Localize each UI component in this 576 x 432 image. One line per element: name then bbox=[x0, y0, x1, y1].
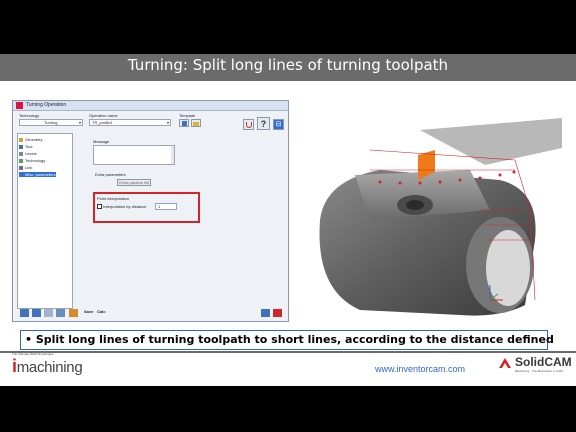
chevron-down-icon: ▾ bbox=[166, 120, 169, 125]
extra-params-button[interactable]: Extra params list bbox=[117, 179, 151, 186]
calc-label[interactable]: Calc bbox=[97, 309, 105, 314]
extra-params-label: Extra parameters bbox=[95, 172, 126, 177]
tree-item-icon bbox=[19, 137, 23, 142]
tree-item-label: Link bbox=[25, 165, 33, 170]
save-icon[interactable] bbox=[20, 309, 29, 317]
slide-caption: • Split long lines of turning toolpath t… bbox=[20, 330, 554, 350]
turning-operation-dialog: Turning Operation Technology Turning ▾ O… bbox=[12, 100, 289, 322]
help-icon: ? bbox=[260, 119, 267, 129]
dialog-title: Turning Operation bbox=[26, 102, 67, 108]
divider bbox=[0, 351, 576, 353]
imachining-logo: imachining bbox=[12, 356, 83, 377]
scrollbar[interactable] bbox=[171, 146, 174, 164]
tree-item-label: Tool bbox=[25, 144, 33, 149]
template-label: Template bbox=[179, 113, 196, 118]
grid-icon[interactable] bbox=[56, 309, 65, 317]
tree-item-icon bbox=[19, 158, 23, 163]
bottom-band bbox=[0, 386, 576, 432]
top-band bbox=[0, 0, 576, 54]
tool-icon[interactable] bbox=[69, 309, 78, 317]
highlight-frame bbox=[93, 192, 200, 223]
pin-button[interactable]: ⊟ bbox=[273, 119, 284, 130]
chevron-down-icon: ▾ bbox=[78, 120, 81, 125]
tree-item-label: Levels bbox=[25, 151, 37, 156]
tree-item[interactable]: Geometry bbox=[19, 137, 43, 142]
cutting-tool bbox=[420, 118, 562, 165]
app-icon bbox=[16, 102, 23, 109]
tree-item-label: Geometry bbox=[25, 137, 43, 142]
message-textarea[interactable] bbox=[93, 145, 175, 165]
operation-name-field[interactable]: TR_profile1 ▾ bbox=[89, 119, 171, 126]
magnet-tool-button[interactable] bbox=[243, 119, 254, 130]
tree-item-label: Misc. parameters bbox=[25, 172, 56, 177]
tree-item-icon bbox=[19, 151, 23, 156]
imachining-wordmark: machining bbox=[16, 359, 83, 376]
help-button[interactable]: ? bbox=[257, 117, 270, 130]
tree-item-icon bbox=[19, 172, 23, 177]
tree-item[interactable]: Levels bbox=[19, 151, 37, 156]
operation-name-label: Operation name bbox=[89, 113, 118, 118]
operation-name-value: TR_profile1 bbox=[92, 120, 113, 125]
exit-icon[interactable] bbox=[273, 309, 282, 317]
technology-value: Turning bbox=[44, 120, 58, 125]
tree-item[interactable]: Tool bbox=[19, 144, 32, 149]
part-3d-view bbox=[319, 118, 562, 316]
folder-icon bbox=[193, 121, 199, 126]
dialog-titlebar[interactable]: Turning Operation bbox=[13, 101, 288, 111]
magnet-icon bbox=[245, 122, 252, 128]
solidcam-logo-icon bbox=[499, 358, 511, 368]
tree-item-icon bbox=[19, 144, 23, 149]
save-calc-label[interactable]: Save bbox=[84, 309, 93, 314]
technology-select[interactable]: Turning ▾ bbox=[19, 119, 83, 126]
slide-title: Turning: Split long lines of turning too… bbox=[127, 56, 449, 74]
template-load-button[interactable] bbox=[191, 119, 201, 127]
pin-icon: ⊟ bbox=[275, 121, 282, 128]
tree-item[interactable]: Misc. parameters bbox=[19, 172, 56, 177]
bolt-hole-inner bbox=[406, 200, 424, 210]
template-save-button[interactable] bbox=[179, 119, 189, 127]
message-label: Message bbox=[93, 139, 110, 144]
website-link[interactable]: www.inventorcam.com bbox=[375, 364, 465, 374]
tree-item[interactable]: Link bbox=[19, 165, 32, 170]
solidcam-tagline: iMachining · The Revolution in CAM bbox=[515, 369, 563, 373]
solidcam-logo: SolidCAM bbox=[515, 355, 572, 369]
edit-icon[interactable] bbox=[44, 309, 53, 317]
tree-item[interactable]: Technology bbox=[19, 158, 45, 163]
bore-inner bbox=[486, 230, 530, 306]
save-copy-icon[interactable] bbox=[32, 309, 41, 317]
tree-item-label: Technology bbox=[25, 158, 46, 163]
save-exit-icon[interactable] bbox=[261, 309, 270, 317]
tree-item-icon bbox=[19, 165, 23, 170]
technology-label: Technology bbox=[19, 113, 40, 118]
save-icon bbox=[181, 121, 187, 126]
